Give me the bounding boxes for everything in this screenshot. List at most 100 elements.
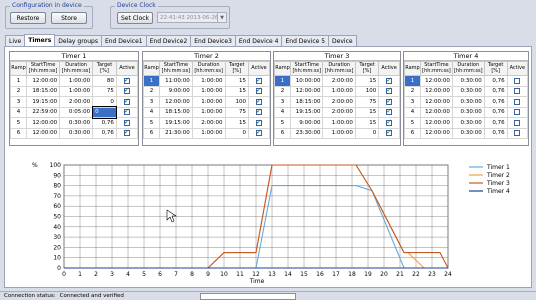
active-checkbox-cell[interactable] xyxy=(378,117,400,129)
table-row[interactable]: 4 22:59:00 0:05:00 0 xyxy=(9,106,139,119)
cell-ramp[interactable]: 4 xyxy=(273,106,292,118)
active-checkbox[interactable] xyxy=(514,88,521,94)
cell-target[interactable]: 0,76 xyxy=(483,85,508,97)
cell-ramp[interactable]: 5 xyxy=(142,117,161,129)
cell-target[interactable]: 0,76 xyxy=(483,75,508,87)
active-checkbox[interactable] xyxy=(386,107,393,115)
cell-duration[interactable]: 1:00:00 xyxy=(59,75,94,87)
table-row[interactable]: 6 21:30:00 1:00:00 0 xyxy=(142,127,270,139)
column-header-duration[interactable]: Duration [hh:mm:ss] xyxy=(451,61,485,76)
chevron-down-icon[interactable]: ▼ xyxy=(217,13,226,22)
cell-ramp[interactable]: 2 xyxy=(404,85,421,97)
column-header-ramp[interactable]: Ramp xyxy=(9,61,28,76)
cell-target[interactable]: 0,76 xyxy=(92,127,117,139)
table-row[interactable]: 5 9:00:00 1:00:00 15 xyxy=(273,117,400,129)
cell-start[interactable]: 19:15:00 xyxy=(159,117,193,129)
cell-target[interactable]: 0,76 xyxy=(483,96,508,108)
clock-datetime-field[interactable]: 22:41:43 2013-06-26 ▼ xyxy=(157,12,227,23)
table-row[interactable]: 2 9:00:00 1:00:00 15 xyxy=(142,85,270,97)
active-checkbox-cell[interactable] xyxy=(248,117,270,129)
cell-duration[interactable]: 0:30:00 xyxy=(451,85,485,97)
cell-target[interactable]: 0,76 xyxy=(483,106,508,118)
cell-start[interactable]: 12:00:00 xyxy=(26,127,61,139)
cell-start[interactable]: 19:15:00 xyxy=(290,106,324,118)
column-header-duration[interactable]: Duration [hh:mm:ss] xyxy=(191,61,226,76)
cell-duration[interactable]: 1:00:00 xyxy=(191,85,226,97)
tab-end-device3[interactable]: End Device3 xyxy=(190,35,236,46)
column-header-ramp[interactable]: Ramp xyxy=(273,61,292,76)
column-header-active[interactable]: Active xyxy=(506,61,529,76)
column-header-target[interactable]: Target [%] xyxy=(92,61,117,76)
cell-ramp[interactable]: 6 xyxy=(142,127,161,139)
tab-timers[interactable]: Timers xyxy=(24,34,56,46)
cell-target[interactable]: 0,76 xyxy=(483,117,508,129)
column-header-start[interactable]: StartTime [hh:mm:ss] xyxy=(159,61,193,76)
cell-ramp[interactable]: 1 xyxy=(404,75,421,87)
table-row[interactable]: 4 19:15:00 2:00:00 15 xyxy=(273,106,400,118)
store-button[interactable]: Store xyxy=(51,12,87,24)
cell-start[interactable]: 12:00:00 xyxy=(420,127,453,139)
active-checkbox-cell[interactable] xyxy=(115,75,139,87)
cell-duration[interactable]: 0:30:00 xyxy=(451,117,485,129)
active-checkbox-cell[interactable] xyxy=(248,96,270,108)
cell-duration[interactable]: 2:00:00 xyxy=(322,96,356,108)
cell-start[interactable]: 22:59:00 xyxy=(26,106,61,118)
active-checkbox-cell[interactable] xyxy=(378,106,400,118)
column-header-start[interactable]: StartTime [hh:mm:ss] xyxy=(290,61,324,76)
cell-duration[interactable]: 1:00:00 xyxy=(191,96,226,108)
column-header-ramp[interactable]: Ramp xyxy=(142,61,161,76)
cell-target[interactable]: 100 xyxy=(224,96,250,108)
active-checkbox[interactable] xyxy=(123,107,130,115)
cell-start[interactable]: 12:00:00 xyxy=(420,75,453,87)
cell-start[interactable]: 18:15:00 xyxy=(159,106,193,118)
active-checkbox[interactable] xyxy=(123,97,130,105)
active-checkbox-cell[interactable] xyxy=(378,75,400,87)
column-header-target[interactable]: Target [%] xyxy=(224,61,250,76)
active-checkbox[interactable] xyxy=(256,118,263,126)
active-checkbox-cell[interactable] xyxy=(115,96,139,108)
cell-target[interactable]: 0 xyxy=(92,96,117,108)
active-checkbox[interactable] xyxy=(256,97,263,105)
active-checkbox-cell[interactable] xyxy=(248,106,270,118)
active-checkbox-cell[interactable] xyxy=(248,127,270,139)
cell-ramp[interactable]: 3 xyxy=(404,96,421,108)
cell-duration[interactable]: 1:00:00 xyxy=(191,127,226,139)
table-row[interactable]: 6 12:00:00 0:30:00 0,76 xyxy=(9,127,139,139)
cell-ramp[interactable]: 2 xyxy=(273,85,292,97)
active-checkbox[interactable] xyxy=(123,76,130,84)
cell-duration[interactable]: 1:00:00 xyxy=(322,127,356,139)
cell-duration[interactable]: 2:00:00 xyxy=(322,75,356,87)
cell-duration[interactable]: 0:30:00 xyxy=(451,75,485,87)
cell-target[interactable]: 0,76 xyxy=(483,127,508,139)
active-checkbox-cell[interactable] xyxy=(378,96,400,108)
cell-duration[interactable]: 1:00:00 xyxy=(322,85,356,97)
table-row[interactable]: 3 12:00:00 1:00:00 100 xyxy=(142,96,270,108)
table-row[interactable]: 3 18:15:00 2:00:00 75 xyxy=(273,96,400,108)
active-checkbox-cell[interactable] xyxy=(506,75,529,87)
cell-ramp[interactable]: 2 xyxy=(9,85,28,97)
cell-ramp[interactable]: 4 xyxy=(9,106,28,118)
tab-live[interactable]: Live xyxy=(5,35,26,46)
active-checkbox-cell[interactable] xyxy=(248,85,270,97)
active-checkbox[interactable] xyxy=(256,107,263,115)
active-checkbox-cell[interactable] xyxy=(115,117,139,129)
table-row[interactable]: 6 12:00:00 0:30:00 0,76 xyxy=(404,127,529,139)
column-header-target[interactable]: Target [%] xyxy=(354,61,380,76)
cell-duration[interactable]: 2:00:00 xyxy=(322,106,356,118)
active-checkbox[interactable] xyxy=(386,76,393,84)
cell-start[interactable]: 11:00:00 xyxy=(159,75,193,87)
cell-duration[interactable]: 1:00:00 xyxy=(191,106,226,118)
cell-duration[interactable]: 0:30:00 xyxy=(451,106,485,118)
active-checkbox[interactable] xyxy=(256,86,263,94)
cell-start[interactable]: 12:00:00 xyxy=(159,96,193,108)
column-header-active[interactable]: Active xyxy=(115,61,139,76)
cell-target[interactable]: 75 xyxy=(354,96,380,108)
column-header-active[interactable]: Active xyxy=(378,61,400,76)
cell-target[interactable]: 0,76 xyxy=(92,117,117,129)
cell-start[interactable]: 12:00:00 xyxy=(420,117,453,129)
cell-ramp[interactable]: 6 xyxy=(273,127,292,139)
cell-duration[interactable]: 0:30:00 xyxy=(451,127,485,139)
active-checkbox[interactable] xyxy=(386,97,393,105)
cell-duration[interactable]: 1:00:00 xyxy=(59,85,94,97)
active-checkbox-cell[interactable] xyxy=(506,106,529,118)
